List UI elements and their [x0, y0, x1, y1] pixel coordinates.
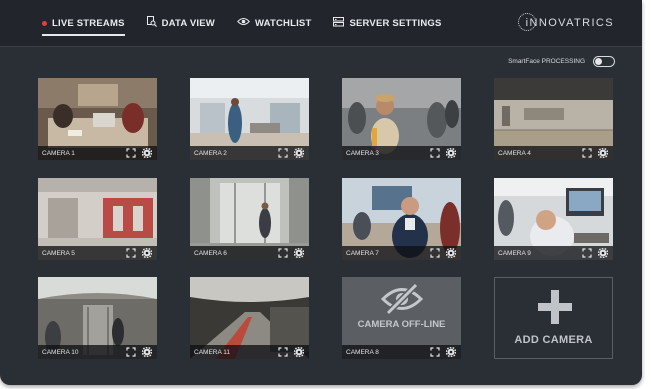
camera-tile[interactable]: CAMERA 2	[190, 78, 309, 160]
fullscreen-icon[interactable]	[430, 347, 440, 357]
camera-tile-bar: CAMERA 5	[38, 246, 157, 260]
camera-label: CAMERA 6	[194, 249, 227, 257]
camera-label: CAMERA 7	[346, 249, 379, 257]
gear-icon[interactable]	[446, 347, 456, 357]
logo-ring-icon	[517, 13, 536, 31]
camera-tile-bar: CAMERA 10	[38, 345, 157, 359]
fullscreen-icon[interactable]	[430, 148, 440, 158]
top-navigation-bar: LIVE STREAMS DATA VIEW WATCHLIST SERVER …	[0, 0, 642, 47]
camera-label: CAMERA 2	[194, 149, 227, 157]
processing-toggle[interactable]	[593, 56, 615, 67]
camera-tile[interactable]: CAMERA 4	[494, 78, 613, 160]
camera-tile-bar: CAMERA 3	[342, 146, 461, 160]
record-dot-icon	[42, 20, 47, 26]
server-icon	[333, 16, 345, 30]
nav-server-settings-label: SERVER SETTINGS	[349, 17, 442, 29]
camera-tile[interactable]: CAMERA 1	[38, 78, 157, 160]
gear-icon[interactable]	[446, 148, 456, 158]
camera-tile[interactable]: CAMERA 11	[190, 277, 309, 359]
camera-tile-bar: CAMERA 4	[494, 146, 613, 160]
camera-label: CAMERA 1	[42, 149, 75, 157]
camera-tile-bar: CAMERA 11	[190, 345, 309, 359]
camera-tile[interactable]: CAMERA 7	[342, 178, 461, 260]
camera-tile[interactable]: CAMERA 10	[38, 277, 157, 359]
add-camera-button[interactable]: ADD CAMERA	[494, 277, 613, 359]
plus-icon	[538, 290, 572, 324]
gear-icon[interactable]	[598, 248, 608, 258]
add-camera-label: ADD CAMERA	[514, 334, 593, 346]
gear-icon[interactable]	[142, 347, 152, 357]
fullscreen-icon[interactable]	[430, 248, 440, 258]
camera-label: CAMERA 9	[498, 249, 531, 257]
fullscreen-icon[interactable]	[582, 248, 592, 258]
fullscreen-icon[interactable]	[126, 248, 136, 258]
nav-data-view[interactable]: DATA VIEW	[146, 0, 215, 46]
processing-toggle-row: SmartFace PROCESSING	[508, 56, 615, 67]
gear-icon[interactable]	[142, 248, 152, 258]
nav-watchlist-label: WATCHLIST	[254, 17, 312, 29]
camera-tile-offline[interactable]: CAMERA OFF-LINE CAMERA 8	[342, 277, 461, 359]
fullscreen-icon[interactable]	[126, 148, 136, 158]
nav-watchlist[interactable]: WATCHLIST	[237, 0, 312, 46]
gear-icon[interactable]	[446, 248, 456, 258]
camera-label: CAMERA 4	[498, 149, 531, 157]
gear-icon[interactable]	[598, 148, 608, 158]
camera-label: CAMERA 10	[42, 348, 79, 356]
camera-tile-bar: CAMERA 1	[38, 146, 157, 160]
camera-tile[interactable]: CAMERA 9	[494, 178, 613, 260]
brand-name: iNNOVATRICS	[525, 17, 614, 29]
camera-tile-bar: CAMERA 2	[190, 146, 309, 160]
processing-label: SmartFace PROCESSING	[508, 58, 585, 65]
nav-live-streams[interactable]: LIVE STREAMS	[42, 0, 125, 46]
data-search-icon	[146, 16, 157, 30]
gear-icon[interactable]	[294, 148, 304, 158]
camera-tile-bar: CAMERA 6	[190, 246, 309, 260]
eye-icon	[237, 17, 250, 29]
nav-server-settings[interactable]: SERVER SETTINGS	[333, 0, 441, 46]
fullscreen-icon[interactable]	[278, 347, 288, 357]
brand-logo: iNNOVATRICS	[517, 12, 614, 34]
nav-live-streams-label: LIVE STREAMS	[52, 17, 125, 29]
camera-tile-bar: CAMERA 8	[342, 345, 461, 359]
camera-tile[interactable]: CAMERA 3	[342, 78, 461, 160]
gear-icon[interactable]	[142, 148, 152, 158]
camera-label: CAMERA 5	[42, 249, 75, 257]
camera-offline-status: CAMERA OFF-LINE	[357, 319, 446, 330]
fullscreen-icon[interactable]	[126, 347, 136, 357]
camera-label: CAMERA 11	[194, 348, 231, 356]
main-nav: LIVE STREAMS DATA VIEW WATCHLIST SERVER …	[42, 0, 464, 46]
gear-icon[interactable]	[294, 347, 304, 357]
camera-label: CAMERA 3	[346, 149, 379, 157]
camera-tile-bar: CAMERA 7	[342, 246, 461, 260]
camera-tile[interactable]: CAMERA 5	[38, 178, 157, 260]
camera-tile[interactable]: CAMERA 6	[190, 178, 309, 260]
camera-label: CAMERA 8	[346, 348, 379, 356]
camera-tile-bar: CAMERA 9	[494, 246, 613, 260]
fullscreen-icon[interactable]	[278, 148, 288, 158]
fullscreen-icon[interactable]	[278, 248, 288, 258]
gear-icon[interactable]	[294, 248, 304, 258]
fullscreen-icon[interactable]	[582, 148, 592, 158]
toggle-knob	[595, 58, 602, 65]
nav-data-view-label: DATA VIEW	[161, 17, 215, 29]
app-window: LIVE STREAMS DATA VIEW WATCHLIST SERVER …	[0, 0, 642, 385]
eye-off-icon	[380, 282, 424, 316]
